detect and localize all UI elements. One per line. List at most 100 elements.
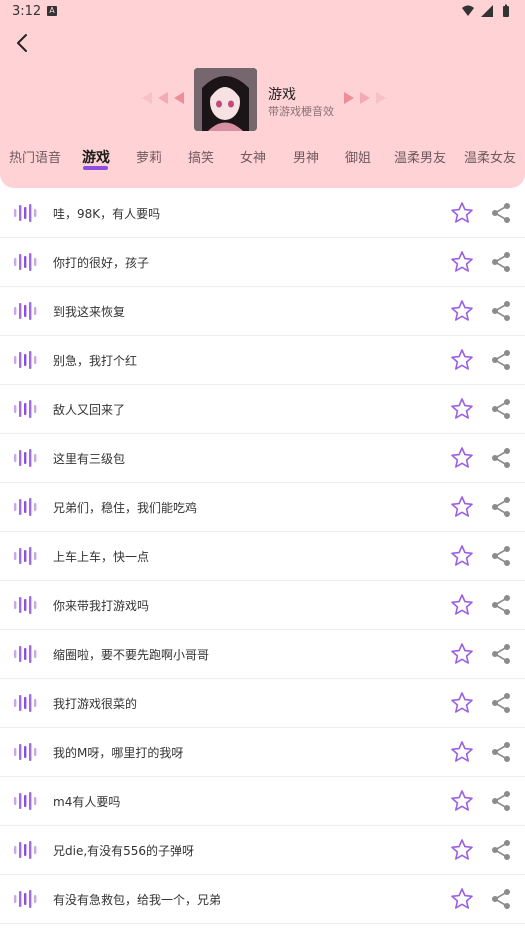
voice-item-label: 你来带我打游戏吗 (53, 599, 150, 613)
list-item[interactable]: 哇，98K，有人要吗 (0, 189, 525, 238)
share-icon[interactable] (490, 594, 512, 616)
voice-item-label: 上车上车，快一点 (53, 550, 150, 564)
share-icon[interactable] (490, 496, 512, 518)
tab-indicator (83, 166, 108, 170)
favorite-star-icon[interactable] (450, 299, 474, 323)
favorite-star-icon[interactable] (450, 593, 474, 617)
share-icon[interactable] (490, 692, 512, 714)
category-title: 游戏 (268, 87, 296, 103)
favorite-star-icon[interactable] (450, 691, 474, 715)
favorite-star-icon[interactable] (450, 838, 474, 862)
favorite-star-icon[interactable] (450, 642, 474, 666)
audio-wave-icon[interactable] (13, 302, 37, 320)
favorite-star-icon[interactable] (450, 446, 474, 470)
back-icon[interactable] (12, 32, 34, 54)
voice-item-label: 别急，我打个红 (53, 354, 138, 368)
voice-list: 哇，98K，有人要吗 你打的很好，孩子 到我这来恢复 别急，我打个红 敌人又回来了这里有… (0, 189, 525, 924)
tab-male-god[interactable]: 男神 (293, 147, 319, 166)
list-item[interactable]: 我打游戏很菜的 (0, 679, 525, 728)
favorite-star-icon[interactable] (450, 789, 474, 813)
voice-item-label: 你打的很好，孩子 (53, 256, 150, 270)
share-icon[interactable] (490, 888, 512, 910)
voice-item-label: 兄die,有没有556的子弹呀 (53, 844, 195, 858)
audio-wave-icon[interactable] (13, 449, 37, 467)
list-item[interactable]: 有没有急救包，给我一个，兄弟 (0, 875, 525, 924)
audio-wave-icon[interactable] (13, 351, 37, 369)
voice-item-label: 敌人又回来了 (53, 403, 126, 417)
previous-category-icon[interactable] (140, 90, 190, 106)
tab-gentle-boyfriend[interactable]: 温柔男友 (394, 147, 446, 166)
favorite-star-icon[interactable] (450, 495, 474, 519)
favorite-star-icon[interactable] (450, 740, 474, 764)
voice-item-label: 我的M呀，哪里打的我呀 (53, 746, 184, 760)
audio-wave-icon[interactable] (13, 792, 37, 810)
next-category-icon[interactable] (338, 90, 388, 106)
wifi-icon (462, 5, 474, 16)
audio-wave-icon[interactable] (13, 596, 37, 614)
tab-goddess[interactable]: 女神 (240, 147, 266, 166)
tab-loli[interactable]: 萝莉 (136, 147, 162, 166)
favorite-star-icon[interactable] (450, 887, 474, 911)
audio-wave-icon[interactable] (13, 694, 37, 712)
audio-wave-icon[interactable] (13, 645, 37, 663)
list-item[interactable]: 敌人又回来了 (0, 385, 525, 434)
list-item[interactable]: 你打的很好，孩子 (0, 238, 525, 287)
share-icon[interactable] (490, 643, 512, 665)
list-item[interactable]: 你来带我打游戏吗 (0, 581, 525, 630)
list-item[interactable]: 到我这来恢复 (0, 287, 525, 336)
audio-wave-icon[interactable] (13, 743, 37, 761)
favorite-star-icon[interactable] (450, 397, 474, 421)
favorite-star-icon[interactable] (450, 544, 474, 568)
battery-icon (503, 4, 509, 17)
share-icon[interactable] (490, 251, 512, 273)
list-item[interactable]: 兄die,有没有556的子弹呀 (0, 826, 525, 875)
voice-item-label: 到我这来恢复 (53, 305, 126, 319)
list-item[interactable]: 这里有三级包 (0, 434, 525, 483)
tab-hot-voice[interactable]: 热门语音 (9, 147, 61, 166)
category-subtitle: 带游戏梗音效 (268, 105, 334, 118)
audio-wave-icon[interactable] (13, 547, 37, 565)
header: 3:12 A 游戏 带游戏梗音效 热门语音 游戏 萝莉 搞笑 女神 男神 御姐 … (0, 0, 525, 188)
share-icon[interactable] (490, 447, 512, 469)
list-item[interactable]: 我的M呀，哪里打的我呀 (0, 728, 525, 777)
favorite-star-icon[interactable] (450, 201, 474, 225)
tab-funny[interactable]: 搞笑 (188, 147, 214, 166)
tab-game[interactable]: 游戏 (82, 147, 110, 167)
signal-icon (481, 5, 493, 17)
category-tabs: 热门语音 游戏 萝莉 搞笑 女神 男神 御姐 温柔男友 温柔女友 (0, 147, 525, 177)
voice-item-label: m4有人要吗 (53, 795, 121, 809)
voice-item-label: 缩圈啦，要不要先跑啊小哥哥 (53, 648, 210, 662)
share-icon[interactable] (490, 202, 512, 224)
audio-wave-icon[interactable] (13, 400, 37, 418)
voice-item-label: 我打游戏很菜的 (53, 697, 138, 711)
list-item[interactable]: 别急，我打个红 (0, 336, 525, 385)
audio-wave-icon[interactable] (13, 498, 37, 516)
status-bar: 3:12 A (0, 0, 525, 24)
list-item[interactable]: m4有人要吗 (0, 777, 525, 826)
audio-wave-icon[interactable] (13, 890, 37, 908)
voice-item-label: 兄弟们，稳住，我们能吃鸡 (53, 501, 198, 515)
notification-icon: A (47, 6, 57, 16)
audio-wave-icon[interactable] (13, 204, 37, 222)
voice-item-label: 有没有急救包，给我一个，兄弟 (53, 893, 222, 907)
share-icon[interactable] (490, 545, 512, 567)
list-item[interactable]: 兄弟们，稳住，我们能吃鸡 (0, 483, 525, 532)
share-icon[interactable] (490, 398, 512, 420)
category-avatar (194, 68, 257, 131)
favorite-star-icon[interactable] (450, 250, 474, 274)
status-icons (461, 4, 513, 18)
audio-wave-icon[interactable] (13, 253, 37, 271)
share-icon[interactable] (490, 349, 512, 371)
voice-item-label: 哇，98K，有人要吗 (53, 207, 161, 221)
tab-mature-sister[interactable]: 御姐 (345, 147, 371, 166)
share-icon[interactable] (490, 300, 512, 322)
audio-wave-icon[interactable] (13, 841, 37, 859)
list-item[interactable]: 上车上车，快一点 (0, 532, 525, 581)
list-item[interactable]: 缩圈啦，要不要先跑啊小哥哥 (0, 630, 525, 679)
share-icon[interactable] (490, 839, 512, 861)
tab-gentle-girlfriend[interactable]: 温柔女友 (464, 147, 516, 166)
status-time: 3:12 (12, 4, 42, 19)
favorite-star-icon[interactable] (450, 348, 474, 372)
share-icon[interactable] (490, 790, 512, 812)
share-icon[interactable] (490, 741, 512, 763)
